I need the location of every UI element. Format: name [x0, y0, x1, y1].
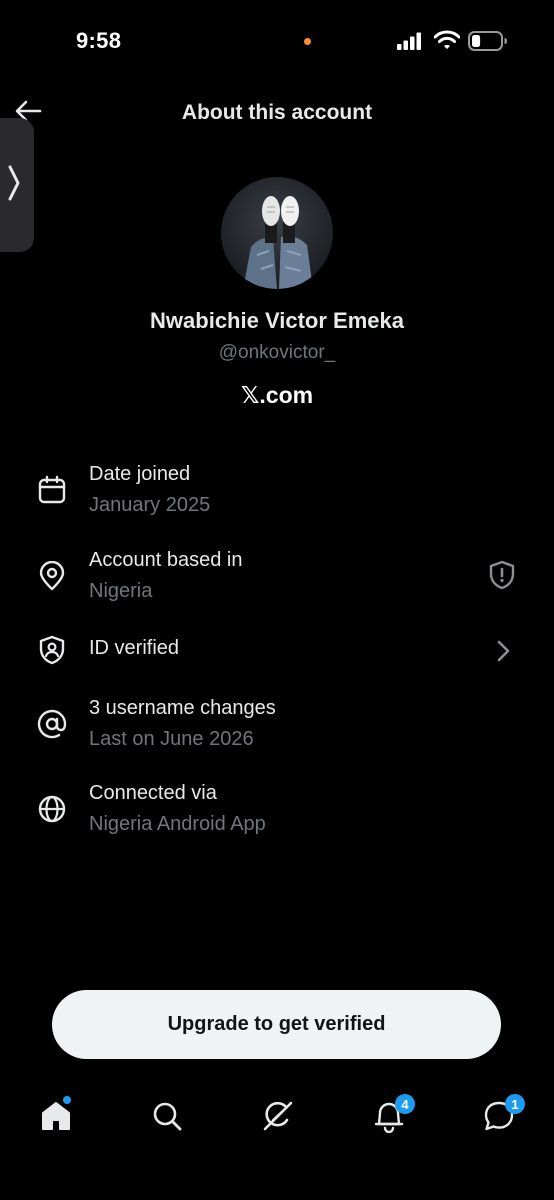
account-based-title: Account based in — [89, 549, 243, 571]
info-row-account-based: Account based in Nigeria — [0, 546, 554, 606]
cellular-signal-icon — [397, 32, 425, 55]
wifi-icon — [433, 30, 461, 55]
search-icon — [151, 1100, 183, 1137]
nav-search[interactable] — [147, 1098, 187, 1138]
avatar[interactable] — [221, 177, 333, 289]
calendar-icon — [37, 475, 67, 505]
username-changes-title: 3 username changes — [89, 697, 276, 719]
platform-label: 𝕏.com — [240, 382, 314, 408]
status-time: 9:58 — [76, 28, 122, 53]
chevron-right-icon[interactable] — [494, 639, 512, 668]
id-verified-title: ID verified — [89, 637, 180, 659]
upgrade-button[interactable]: Upgrade to get verified — [52, 990, 501, 1059]
info-row-id-verified[interactable]: ID verified — [0, 632, 554, 672]
shield-alert-icon[interactable] — [488, 560, 516, 595]
connected-via-value: Nigeria Android App — [89, 813, 266, 835]
messages-badge: 1 — [505, 1094, 525, 1114]
chevron-right-icon — [6, 163, 22, 208]
info-row-date-joined: Date joined January 2025 — [0, 460, 554, 520]
notifications-badge: 4 — [395, 1094, 415, 1114]
side-panel-handle[interactable] — [0, 118, 34, 252]
profile-name: Nwabichie Victor Emeka — [150, 308, 404, 333]
grok-icon — [261, 1099, 295, 1138]
battery-icon — [468, 30, 508, 57]
page-title: About this account — [181, 101, 373, 124]
globe-icon — [37, 794, 67, 824]
profile-handle: @onkovictor_ — [218, 342, 336, 363]
at-sign-icon — [37, 709, 67, 739]
nav-grok[interactable] — [258, 1098, 298, 1138]
account-based-value: Nigeria — [89, 580, 153, 602]
username-changes-value: Last on June 2026 — [89, 728, 254, 750]
connected-via-title: Connected via — [89, 782, 217, 804]
nav-notifications[interactable]: 4 — [369, 1094, 415, 1138]
info-row-username-changes: 3 username changes Last on June 2026 — [0, 694, 554, 754]
status-privacy-dot — [304, 38, 311, 45]
info-row-connected-via: Connected via Nigeria Android App — [0, 779, 554, 839]
nav-home[interactable] — [36, 1096, 76, 1138]
nav-messages[interactable]: 1 — [479, 1094, 525, 1138]
location-pin-icon — [37, 560, 67, 591]
date-joined-title: Date joined — [89, 463, 191, 485]
id-shield-icon — [37, 635, 67, 665]
home-unread-dot — [63, 1096, 71, 1104]
date-joined-value: January 2025 — [89, 494, 211, 516]
home-icon — [39, 1100, 73, 1137]
